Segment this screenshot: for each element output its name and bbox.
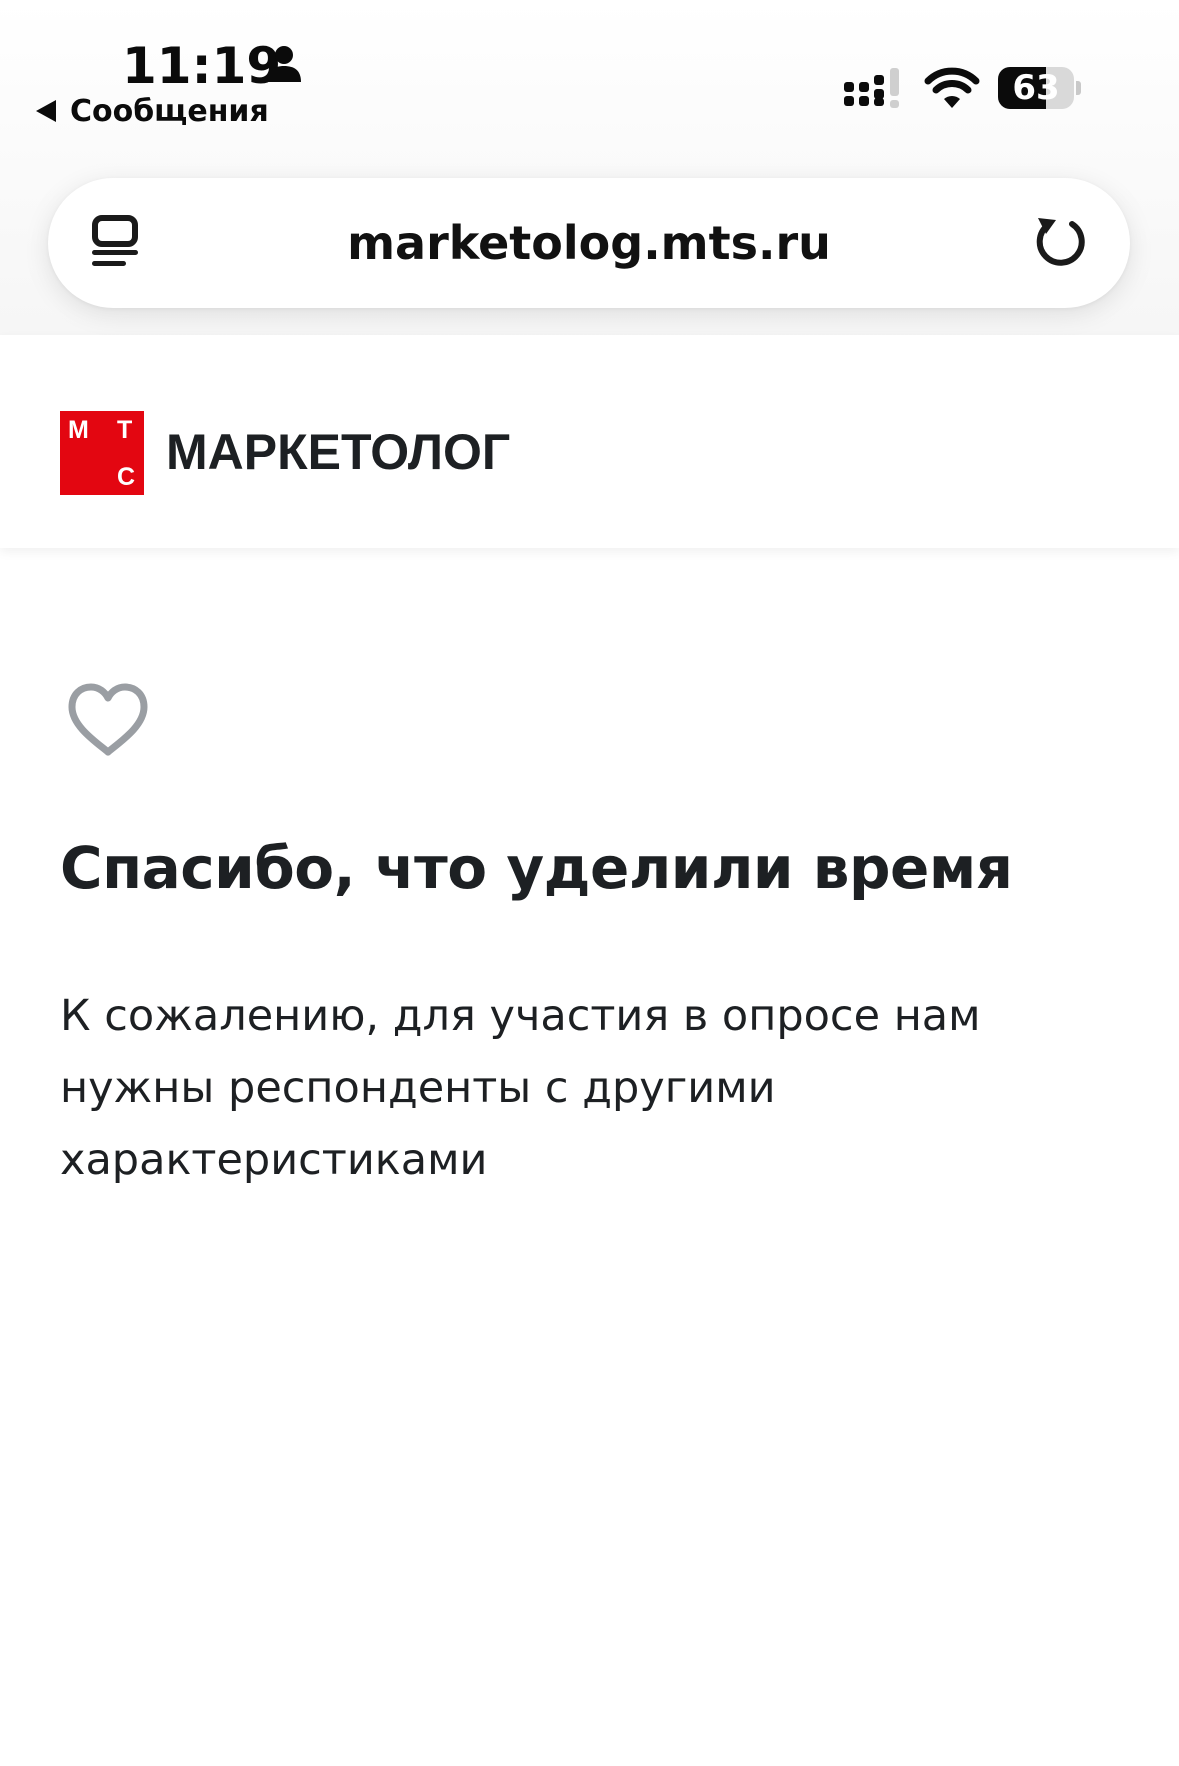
back-arrow-icon bbox=[36, 100, 56, 122]
status-time: 11:19 bbox=[122, 37, 282, 95]
battery-cap bbox=[1076, 81, 1081, 95]
heart-icon bbox=[68, 683, 148, 756]
logo-letter-t: Т bbox=[117, 416, 133, 444]
brand-name[interactable]: МАРКЕТОЛОГ bbox=[166, 422, 510, 482]
logo-letter-s: С bbox=[117, 463, 136, 491]
site-header: М Т С МАРКЕТОЛОГ bbox=[0, 335, 1179, 548]
browser-chrome: 11:19 Сообщения 63 marketolog.mts.ru bbox=[0, 0, 1179, 335]
battery-level: 63 bbox=[1012, 68, 1060, 108]
page-message: К сожалению, для участия в опросе нам ну… bbox=[60, 991, 981, 1185]
address-bar[interactable]: marketolog.mts.ru bbox=[48, 178, 1130, 308]
person-icon bbox=[267, 46, 301, 82]
page-title: Спасибо, что уделили время bbox=[60, 834, 1013, 902]
wifi-icon bbox=[924, 67, 980, 108]
mts-logo[interactable]: М Т С bbox=[60, 411, 144, 495]
back-label: Сообщения bbox=[70, 93, 269, 129]
battery-indicator: 63 bbox=[998, 67, 1081, 109]
back-to-messages-link[interactable]: Сообщения bbox=[36, 92, 269, 130]
cellular-signal-icon bbox=[844, 68, 899, 108]
reload-icon[interactable] bbox=[1032, 214, 1090, 272]
reader-mode-icon[interactable] bbox=[90, 214, 146, 272]
logo-letter-m: М bbox=[68, 416, 89, 444]
battery-body: 63 bbox=[998, 67, 1074, 109]
url-text[interactable]: marketolog.mts.ru bbox=[208, 178, 970, 308]
